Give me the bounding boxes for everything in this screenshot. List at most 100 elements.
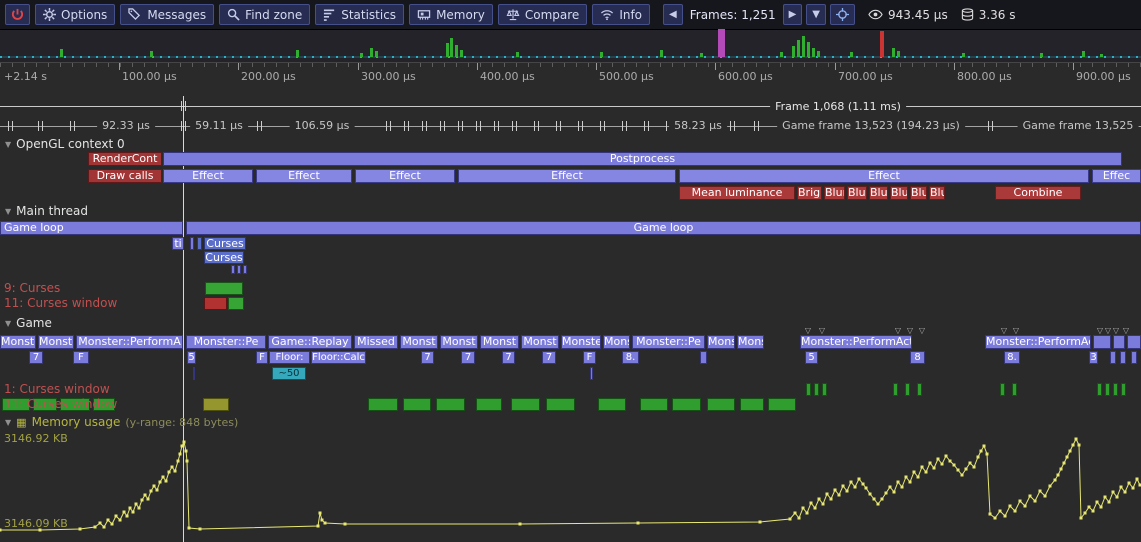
timeline-zone[interactable]: Effect [355, 169, 455, 183]
options-button[interactable]: Options [35, 4, 115, 25]
plot-bar[interactable] [1012, 383, 1017, 396]
timeline-zone[interactable]: Effect [679, 169, 1089, 183]
timeline-zone[interactable]: Blur [910, 186, 927, 200]
plot-bar[interactable] [1000, 383, 1005, 396]
frame-bar[interactable] [455, 45, 458, 57]
power-button[interactable] [5, 4, 30, 25]
time-ruler[interactable]: +2.14 s 100.00 µs200.00 µs300.00 µs400.0… [0, 62, 1141, 85]
timeline-zone[interactable]: 8. [622, 351, 639, 364]
timeline-zone[interactable] [1093, 335, 1111, 349]
timeline-zone[interactable] [243, 265, 247, 274]
thread-label[interactable]: 9: Curses [4, 282, 60, 295]
timeline-zone[interactable]: Monster::Pe [632, 335, 705, 349]
section-main-thread-header[interactable]: ▼Main thread [5, 205, 88, 218]
timeline-zone[interactable]: Game loop [0, 221, 183, 235]
timeline-zone[interactable]: Blur [890, 186, 908, 200]
plot-bar[interactable] [204, 297, 227, 310]
timeline-zone[interactable]: Blur [869, 186, 888, 200]
frame-bar[interactable] [1040, 53, 1043, 57]
timeline-zone[interactable]: Monster::Pe [186, 335, 266, 349]
timeline-zone[interactable]: Game::Replay [268, 335, 352, 349]
plot-bar[interactable] [814, 383, 819, 396]
timeline-zone[interactable]: Effect [458, 169, 676, 183]
prev-frame-button[interactable]: ◀ [663, 4, 683, 25]
timeline-zone[interactable]: Mons [707, 335, 735, 349]
frame-bar[interactable] [1082, 51, 1085, 57]
frame-bar[interactable] [450, 38, 453, 57]
timeline-zone[interactable] [193, 367, 195, 380]
timeline-zone[interactable]: 5 [187, 351, 196, 364]
timeline-zone[interactable]: Curses [204, 237, 246, 250]
plot-bar[interactable] [806, 383, 811, 396]
frame-bar[interactable] [797, 40, 800, 57]
plot-bar[interactable] [1097, 383, 1102, 396]
timeline-zone[interactable]: F [73, 351, 89, 364]
plot-bar[interactable] [511, 398, 540, 411]
timeline-zone[interactable]: Monster::PerformA [76, 335, 183, 349]
frame-bar[interactable] [296, 50, 299, 57]
frame-bar[interactable] [880, 31, 884, 57]
plot-bar[interactable] [203, 398, 229, 411]
timeline-zone[interactable]: Monst [440, 335, 478, 349]
timeline-zone[interactable]: Mons [737, 335, 764, 349]
timeline-zone[interactable]: Monste [0, 335, 36, 349]
timeline-zone[interactable]: Effect [163, 169, 253, 183]
plot-bar[interactable] [1105, 383, 1110, 396]
timeline-zone[interactable] [1120, 351, 1126, 364]
timeline-zone[interactable] [197, 237, 202, 250]
timeline-zone[interactable]: ~50 [272, 367, 306, 380]
statistics-button[interactable]: Statistics [315, 4, 404, 25]
frame-bar[interactable] [812, 48, 815, 57]
timeline-zone[interactable]: RenderCont [88, 152, 162, 166]
frame-bar[interactable] [600, 52, 603, 57]
timeline-zone[interactable] [237, 265, 241, 274]
frame-dropdown-button[interactable]: ▼ [806, 4, 826, 25]
plot-bar[interactable] [640, 398, 668, 411]
timeline-zone[interactable]: 7 [502, 351, 515, 364]
timeline-zone[interactable]: Monster::PerformActi [985, 335, 1091, 349]
frame-bar[interactable] [660, 50, 663, 57]
plot-bar[interactable] [436, 398, 465, 411]
frame-bar[interactable] [360, 53, 363, 57]
timeline-zone[interactable] [590, 367, 593, 380]
timeline-zone[interactable] [1131, 351, 1137, 364]
timeline-zone[interactable]: 3 [1089, 351, 1098, 364]
frame-histogram[interactable] [0, 30, 1141, 62]
plot-bar[interactable] [707, 398, 735, 411]
thread-label[interactable]: 1: Curses window [4, 383, 110, 396]
frame-label[interactable]: 106.59 µs [290, 119, 355, 133]
frame-bar[interactable] [850, 52, 853, 57]
frame-bar[interactable] [60, 49, 63, 57]
frame-bar[interactable] [516, 52, 519, 57]
memory-button[interactable]: Memory [409, 4, 493, 25]
timeline-zone[interactable]: Blur [824, 186, 845, 200]
timeline-zone[interactable]: Monster::PerformAction [800, 335, 912, 349]
timeline-zone[interactable]: 7 [29, 351, 43, 364]
timeline-zone[interactable]: 8. [1004, 351, 1020, 364]
crosshair-button[interactable] [830, 4, 855, 25]
timeline-zone[interactable]: Combine [995, 186, 1081, 200]
timeline-zone[interactable] [1113, 335, 1125, 349]
timeline-zone[interactable]: Mean luminance [679, 186, 795, 200]
timeline-zone[interactable]: Blur [929, 186, 945, 200]
timeline-zone[interactable]: 7 [542, 351, 556, 364]
plot-bar[interactable] [893, 383, 898, 396]
timeline-zone[interactable]: Brigh [797, 186, 822, 200]
plot-bar[interactable] [1113, 383, 1118, 396]
timeline-zone[interactable]: Curses [204, 251, 244, 264]
timeline-zone[interactable]: Postprocess [163, 152, 1122, 166]
frame-bar[interactable] [807, 42, 810, 57]
frame-label[interactable]: 58.23 µs [669, 119, 727, 133]
timeline-zone[interactable]: Monste [561, 335, 601, 349]
frame-label[interactable]: Game frame 13,523 (194.23 µs) [777, 119, 965, 133]
frame-bar[interactable] [802, 36, 805, 57]
timeline-zone[interactable]: Floor: [269, 351, 310, 364]
timeline-zone[interactable]: Monst [521, 335, 559, 349]
timeline-zone[interactable]: Draw calls [88, 169, 162, 183]
thread-label[interactable]: 11: Curses window [4, 297, 117, 310]
frame-bar[interactable] [446, 43, 449, 57]
plot-bar[interactable] [768, 398, 796, 411]
frame-bar[interactable] [962, 53, 965, 57]
frame-bar[interactable] [460, 50, 463, 57]
frame-label[interactable]: Frame 1,068 (1.11 ms) [770, 99, 906, 114]
